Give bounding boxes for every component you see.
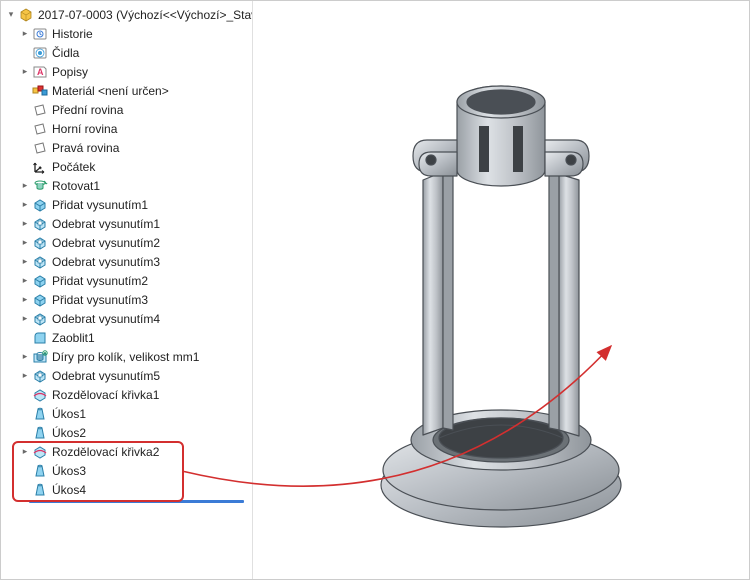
plane-icon (32, 121, 48, 137)
tree-item-label: Přidat vysunutím1 (52, 198, 148, 212)
tree-item-label: Přední rovina (52, 103, 123, 117)
split-curve-icon (32, 387, 48, 403)
origin-icon (32, 159, 48, 175)
material-icon (32, 83, 48, 99)
tree-item[interactable]: ▸Materiál <není určen> (1, 81, 252, 100)
tree-item-label: Odebrat vysunutím5 (52, 369, 160, 383)
extrude-cut-icon (32, 254, 48, 270)
draft-icon (32, 406, 48, 422)
expander-closed-icon[interactable]: ▸ (19, 351, 31, 363)
tree-item-label: Díry pro kolík, velikost mm1 (52, 350, 199, 364)
tree-item[interactable]: ▸ Díry pro kolík, velikost mm1 (1, 347, 252, 366)
expander-closed-icon[interactable]: ▸ (19, 370, 31, 382)
extrude-cut-icon (32, 216, 48, 232)
tree-item-label: Popisy (52, 65, 88, 79)
part-model (331, 40, 671, 540)
expander-closed-icon[interactable]: ▸ (19, 66, 31, 78)
tree-item-label: Přidat vysunutím2 (52, 274, 148, 288)
tree-item[interactable]: ▸Horní rovina (1, 119, 252, 138)
tree-item[interactable]: ▸ Rozdělovací křivka2 (1, 442, 252, 461)
expander-closed-icon[interactable]: ▸ (19, 199, 31, 211)
expander-closed-icon[interactable]: ▸ (19, 256, 31, 268)
tree-item[interactable]: ▸Pravá rovina (1, 138, 252, 157)
draft-icon (32, 482, 48, 498)
history-icon (32, 26, 48, 42)
fillet-icon (32, 330, 48, 346)
tree-item[interactable]: ▸Zaoblit1 (1, 328, 252, 347)
tree-item[interactable]: ▸ Odebrat vysunutím1 (1, 214, 252, 233)
tree-item[interactable]: ▸ Odebrat vysunutím3 (1, 252, 252, 271)
extrude-cut-icon (32, 235, 48, 251)
expander-closed-icon[interactable]: ▸ (19, 446, 31, 458)
tree-item-label: Odebrat vysunutím1 (52, 217, 160, 231)
tree-item-label: Pravá rovina (52, 141, 119, 155)
tree-item[interactable]: ▸ A Popisy (1, 62, 252, 81)
tree-item-label: Počátek (52, 160, 95, 174)
tree-item[interactable]: ▸ Odebrat vysunutím4 (1, 309, 252, 328)
tree-item-label: Čidla (52, 46, 79, 60)
tree-item-label: Odebrat vysunutím3 (52, 255, 160, 269)
tree-root[interactable]: ▾ 2017-07-0003 (Výchozí<<Výchozí>_Stav z (1, 5, 252, 24)
feature-tree[interactable]: ▾ 2017-07-0003 (Výchozí<<Výchozí>_Stav z… (1, 1, 253, 579)
tree-item[interactable]: ▸Úkos4 (1, 480, 252, 499)
expander-closed-icon[interactable]: ▸ (19, 218, 31, 230)
draft-icon (32, 463, 48, 479)
tree-item-label: Historie (52, 27, 93, 41)
hole-icon (32, 349, 48, 365)
tree-item-label: Úkos1 (52, 407, 86, 421)
plane-icon (32, 102, 48, 118)
tree-item[interactable]: ▸ Přidat vysunutím3 (1, 290, 252, 309)
expander-closed-icon[interactable]: ▸ (19, 180, 31, 192)
tree-item-label: Horní rovina (52, 122, 117, 136)
tree-item[interactable]: ▸Čidla (1, 43, 252, 62)
expander-closed-icon[interactable]: ▸ (19, 28, 31, 40)
tree-item-label: Odebrat vysunutím4 (52, 312, 160, 326)
tree-item-label: Přidat vysunutím3 (52, 293, 148, 307)
viewport-3d[interactable] (253, 1, 749, 579)
plane-icon (32, 140, 48, 156)
extrude-cut-icon (32, 311, 48, 327)
expander-closed-icon[interactable]: ▸ (19, 294, 31, 306)
extrude-add-icon (32, 292, 48, 308)
tree-item[interactable]: ▸ Přidat vysunutím1 (1, 195, 252, 214)
expander-closed-icon[interactable]: ▸ (19, 275, 31, 287)
tree-item[interactable]: ▸Úkos1 (1, 404, 252, 423)
annotations-icon: A (32, 64, 48, 80)
rollback-bar[interactable] (29, 500, 244, 503)
split-curve-icon (32, 444, 48, 460)
tree-item-label: Rotovat1 (52, 179, 100, 193)
tree-item[interactable]: ▸ Rotovat1 (1, 176, 252, 195)
tree-item-label: Zaoblit1 (52, 331, 95, 345)
extrude-add-icon (32, 197, 48, 213)
expander-open-icon[interactable]: ▾ (5, 9, 17, 21)
tree-item[interactable]: ▸Úkos3 (1, 461, 252, 480)
tree-item[interactable]: ▸Počátek (1, 157, 252, 176)
tree-item[interactable]: ▸ Odebrat vysunutím5 (1, 366, 252, 385)
tree-item[interactable]: ▸Rozdělovací křivka1 (1, 385, 252, 404)
tree-item-label: Rozdělovací křivka1 (52, 388, 159, 402)
tree-item-label: Materiál <není určen> (52, 84, 169, 98)
tree-item[interactable]: ▸ Odebrat vysunutím2 (1, 233, 252, 252)
tree-item-label: Odebrat vysunutím2 (52, 236, 160, 250)
tree-item-label: Úkos2 (52, 426, 86, 440)
tree-item[interactable]: ▸Přední rovina (1, 100, 252, 119)
revolve-icon (32, 178, 48, 194)
part-icon (18, 7, 34, 23)
draft-icon (32, 425, 48, 441)
expander-closed-icon[interactable]: ▸ (19, 237, 31, 249)
extrude-add-icon (32, 273, 48, 289)
tree-item[interactable]: ▸ Přidat vysunutím2 (1, 271, 252, 290)
tree-item-label: Úkos3 (52, 464, 86, 478)
tree-root-label: 2017-07-0003 (Výchozí<<Výchozí>_Stav z (38, 8, 253, 22)
tree-item-label: Rozdělovací křivka2 (52, 445, 159, 459)
tree-item[interactable]: ▸Úkos2 (1, 423, 252, 442)
svg-text:A: A (37, 67, 44, 77)
tree-item[interactable]: ▸ Historie (1, 24, 252, 43)
sensors-icon (32, 45, 48, 61)
tree-item-label: Úkos4 (52, 483, 86, 497)
expander-closed-icon[interactable]: ▸ (19, 313, 31, 325)
extrude-cut-icon (32, 368, 48, 384)
